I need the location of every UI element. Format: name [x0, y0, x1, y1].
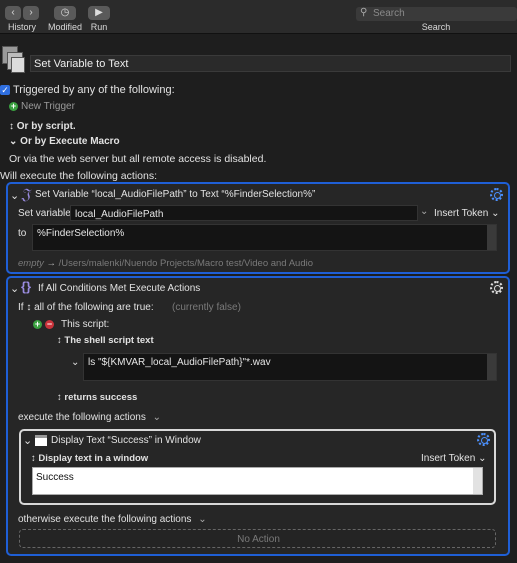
- web-server-note: Or via the web server but all remote acc…: [9, 153, 267, 165]
- history-label: History: [7, 22, 36, 32]
- no-action-label: No Action: [237, 534, 280, 545]
- preview-line: empty → /Users/malenki/Nuendo Projects/M…: [18, 258, 314, 269]
- script-text-field[interactable]: ls "${KMVAR_local_AudioFilePath}"*.wav: [83, 353, 497, 381]
- execute-following-disclosure[interactable]: execute the following actions ⌄: [18, 412, 161, 423]
- script-text: ls "${KMVAR_local_AudioFilePath}"*.wav: [88, 357, 271, 368]
- display-text-value: Success: [36, 472, 74, 483]
- gear-icon[interactable]: [490, 188, 503, 201]
- search-placeholder: Search: [373, 8, 405, 19]
- if-row: If ↕ all of the following are true:: [18, 302, 154, 313]
- chevron-down-icon: ⌄: [478, 453, 487, 464]
- chevron-down-icon: ⌄: [9, 136, 18, 147]
- display-text-action[interactable]: ⌄ Display Text “Success” in Window ↕ Dis…: [19, 429, 496, 505]
- will-execute-label: Will execute the following actions:: [0, 170, 157, 182]
- macro-name: Set Variable to Text: [34, 58, 129, 70]
- variable-name-value: local_AudioFilePath: [75, 209, 164, 220]
- or-by-execute-disclosure[interactable]: ⌄ Or by Execute Macro: [9, 136, 120, 147]
- triggered-checkbox[interactable]: ✓: [0, 85, 10, 95]
- action-title: Set Variable “local_AudioFilePath” to Te…: [35, 189, 316, 200]
- modified-label: Modified: [47, 22, 83, 32]
- chevron-down-icon: ⌄: [491, 208, 500, 219]
- collapse-chevron-icon[interactable]: ⌄: [23, 434, 32, 447]
- new-trigger-button[interactable]: New Trigger: [21, 101, 75, 112]
- action-title: If All Conditions Met Execute Actions: [38, 283, 201, 294]
- this-script-label: This script:: [61, 319, 110, 330]
- set-variable-label: Set variable: [18, 208, 71, 219]
- updown-chevron-icon: ↕: [57, 392, 62, 403]
- search-label: Search: [421, 22, 451, 32]
- script-dropdown-icon[interactable]: ⌄: [71, 357, 79, 368]
- triggered-by-label: Triggered by any of the following:: [13, 84, 175, 96]
- variable-dropdown-icon[interactable]: ⌄: [420, 206, 428, 217]
- variable-x-icon: 𝔍: [21, 185, 31, 203]
- or-by-script-disclosure[interactable]: ↕ Or by script.: [9, 121, 76, 132]
- history-back-button[interactable]: ‹: [5, 6, 21, 20]
- shell-script-disclosure[interactable]: ↕ The shell script text: [57, 335, 154, 346]
- remove-condition-minus-icon[interactable]: −: [45, 320, 54, 329]
- macro-name-field[interactable]: Set Variable to Text: [30, 55, 511, 72]
- scrollbar[interactable]: [487, 225, 496, 250]
- window-icon: [35, 435, 47, 446]
- scrollbar[interactable]: [487, 354, 496, 380]
- to-label: to: [18, 228, 27, 239]
- updown-chevron-icon[interactable]: ↕: [26, 302, 31, 313]
- chevron-down-icon: ⌄: [198, 514, 207, 525]
- if-conditions-action[interactable]: ⌄ {} If All Conditions Met Execute Actio…: [6, 276, 510, 556]
- display-text-field[interactable]: Success: [32, 467, 483, 495]
- or-by-script-label: Or by script.: [16, 121, 76, 132]
- variable-name-field[interactable]: local_AudioFilePath: [70, 205, 418, 221]
- braces-icon: {}: [21, 279, 32, 294]
- no-action-dropzone[interactable]: No Action: [19, 529, 496, 548]
- new-trigger-plus-icon[interactable]: +: [9, 102, 18, 111]
- insert-token-button[interactable]: Insert Token ⌄: [421, 453, 486, 464]
- macro-icon[interactable]: [2, 46, 26, 76]
- play-icon: ▶: [95, 7, 103, 18]
- scrollbar[interactable]: [473, 468, 482, 494]
- chevron-down-icon: ⌄: [152, 412, 162, 423]
- collapse-chevron-icon[interactable]: ⌄: [10, 282, 19, 295]
- returns-disclosure[interactable]: ↕ returns success: [57, 392, 137, 403]
- clock-icon: ◷: [60, 7, 70, 18]
- collapse-chevron-icon[interactable]: ⌄: [10, 189, 19, 202]
- toolbar: ‹ › History ◷ Modified ▶ Run ⚲ Search Se…: [0, 0, 517, 34]
- modified-button[interactable]: ◷: [54, 6, 76, 20]
- gear-icon[interactable]: [490, 281, 503, 294]
- insert-token-button[interactable]: Insert Token ⌄: [434, 208, 499, 219]
- text-value: %FinderSelection%: [37, 228, 125, 239]
- action-title: Display Text “Success” in Window: [51, 435, 201, 446]
- search-icon: ⚲: [360, 7, 368, 18]
- gear-icon[interactable]: [477, 433, 490, 446]
- condition-mode[interactable]: all of the following are true:: [34, 302, 154, 313]
- or-by-execute-label: Or by Execute Macro: [20, 136, 120, 147]
- text-value-field[interactable]: %FinderSelection%: [32, 224, 497, 251]
- updown-chevron-icon: ↕: [57, 335, 62, 346]
- updown-chevron-icon: ↕: [9, 121, 14, 132]
- run-label: Run: [90, 22, 108, 32]
- run-button[interactable]: ▶: [88, 6, 110, 20]
- otherwise-disclosure[interactable]: otherwise execute the following actions …: [18, 514, 207, 525]
- add-condition-plus-icon[interactable]: +: [33, 320, 42, 329]
- search-input[interactable]: ⚲ Search: [356, 7, 517, 21]
- condition-status: (currently false): [172, 302, 241, 313]
- set-variable-action[interactable]: ⌄ 𝔍 Set Variable “local_AudioFilePath” t…: [6, 182, 510, 274]
- updown-chevron-icon: ↕: [31, 453, 36, 464]
- history-forward-button[interactable]: ›: [23, 6, 39, 20]
- display-mode-disclosure[interactable]: ↕ Display text in a window: [31, 453, 148, 464]
